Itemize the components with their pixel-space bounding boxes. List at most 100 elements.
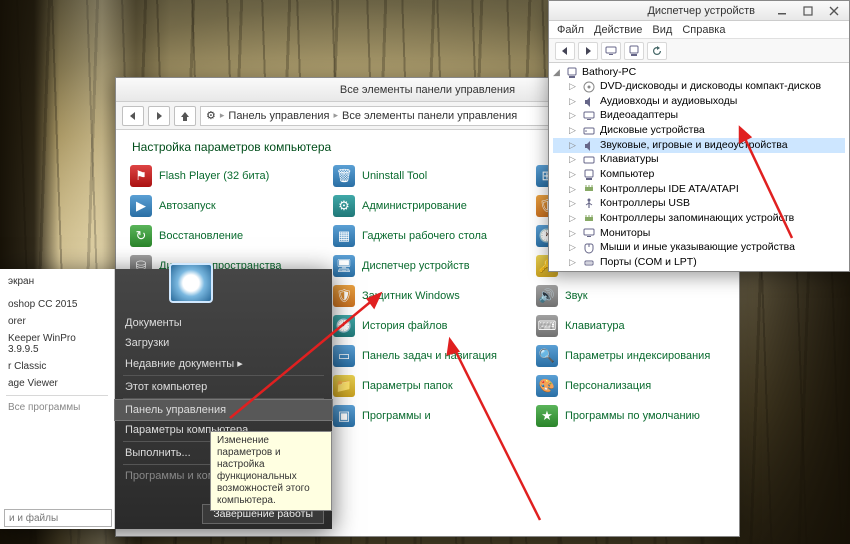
- expand-icon[interactable]: ▷: [569, 228, 578, 240]
- expand-icon[interactable]: ▷: [569, 242, 578, 254]
- program-3[interactable]: orer: [0, 313, 114, 330]
- cp-item-4[interactable]: ⚙Администрирование: [329, 192, 526, 220]
- close-button[interactable]: [825, 4, 843, 18]
- cp-item-6[interactable]: ↻Восстановление: [126, 222, 323, 250]
- cp-item-20[interactable]: 🔍Параметры индексирования: [532, 342, 729, 370]
- tree-root[interactable]: ◢ Bathory-PC: [553, 66, 845, 80]
- tool-display[interactable]: [601, 42, 621, 60]
- menu-1[interactable]: Действие: [594, 24, 642, 36]
- tree-label: Дисковые устройства: [600, 124, 705, 138]
- program-2[interactable]: oshop CC 2015: [0, 296, 114, 313]
- tree-node-12[interactable]: ▷Порты (COM и LPT): [553, 255, 845, 270]
- cp-item-22[interactable]: 📁Параметры папок: [329, 372, 526, 400]
- place-3[interactable]: Этот компьютер: [115, 377, 332, 397]
- tree-node-0[interactable]: ▷ DVD-дисководы и дисководы компакт-диско…: [553, 80, 845, 95]
- breadcrumb-seg-1[interactable]: Все элементы панели управления: [342, 110, 517, 122]
- cp-item-icon: 🛡: [333, 285, 355, 307]
- window-title-bar[interactable]: Диспетчер устройств: [549, 1, 849, 21]
- device-icon: [582, 198, 596, 210]
- tool-back[interactable]: [555, 42, 575, 60]
- cp-item-7[interactable]: ▦Гаджеты рабочего стола: [329, 222, 526, 250]
- tool-fwd[interactable]: [578, 42, 598, 60]
- device-icon: [582, 183, 596, 195]
- tree-node-10[interactable]: ▷ Мониторы: [553, 226, 845, 241]
- tree-label: DVD-дисководы и дисководы компакт-дисков: [600, 80, 821, 94]
- cp-item-icon: ⚙: [333, 195, 355, 217]
- expand-icon[interactable]: ▷: [569, 169, 578, 181]
- tree-node-1[interactable]: ▷Аудиовходы и аудиовыходы: [553, 94, 845, 109]
- place-1[interactable]: Загрузки: [115, 333, 332, 353]
- cp-item-26[interactable]: ★Программы по умолчанию: [532, 402, 729, 430]
- expand-icon[interactable]: ▷: [569, 110, 578, 122]
- breadcrumb-seg-0[interactable]: Панель управления: [228, 110, 329, 122]
- search-input[interactable]: и и файлы: [4, 509, 112, 527]
- expand-icon[interactable]: ▷: [569, 184, 578, 196]
- cp-item-icon: 🎨: [536, 375, 558, 397]
- tree-label: Процессоры: [600, 270, 661, 271]
- all-programs[interactable]: Все программы: [0, 399, 114, 416]
- cp-item-icon: ↻: [130, 225, 152, 247]
- cp-item-label: Персонализация: [565, 380, 651, 392]
- cp-item-23[interactable]: 🎨 Персонализация: [532, 372, 729, 400]
- program-5[interactable]: r Classic: [0, 358, 114, 375]
- cp-item-label: Программы и: [362, 410, 431, 422]
- place-2[interactable]: Недавние документы ▸: [115, 353, 332, 374]
- tree-node-8[interactable]: ▷Контроллеры USB: [553, 197, 845, 212]
- menu-2[interactable]: Вид: [652, 24, 672, 36]
- device-icon: [582, 81, 596, 93]
- tree-label: Контроллеры IDE ATA/ATAPI: [600, 183, 739, 197]
- program-6[interactable]: age Viewer: [0, 375, 114, 392]
- cp-item-1[interactable]: 🗑Uninstall Tool: [329, 162, 526, 190]
- tree-node-5[interactable]: ▷Клавиатуры: [553, 153, 845, 168]
- program-0[interactable]: экран: [0, 273, 114, 290]
- tree-node-13[interactable]: ▷Процессоры: [553, 270, 845, 271]
- device-icon: [582, 96, 596, 108]
- tree-node-3[interactable]: ▷ Дисковые устройства: [553, 124, 845, 139]
- place-4[interactable]: Панель управления: [115, 400, 332, 420]
- forward-button[interactable]: [148, 106, 170, 126]
- cp-item-3[interactable]: ▶Автозапуск: [126, 192, 323, 220]
- tree-label: Мониторы: [600, 227, 650, 241]
- cp-item-16[interactable]: 🕘История файлов: [329, 312, 526, 340]
- up-button[interactable]: [174, 106, 196, 126]
- cp-item-17[interactable]: ⌨Клавиатура: [532, 312, 729, 340]
- tree-node-11[interactable]: ▷Мыши и иные указывающие устройства: [553, 241, 845, 256]
- cp-item-0[interactable]: ⚑Flash Player (32 бита): [126, 162, 323, 190]
- tree-node-6[interactable]: ▷Компьютер: [553, 167, 845, 182]
- maximize-button[interactable]: [799, 4, 817, 18]
- tool-refresh[interactable]: [647, 42, 667, 60]
- cp-item-10[interactable]: 🖥Диспетчер устройств: [329, 252, 526, 280]
- device-icon: [582, 110, 596, 122]
- expand-icon[interactable]: ▷: [569, 257, 578, 269]
- device-tree: ◢ Bathory-PC ▷ DVD-дисководы и дисководы …: [549, 63, 849, 271]
- cp-item-25[interactable]: ▣Программы и: [329, 402, 526, 430]
- expand-icon[interactable]: ▷: [569, 125, 578, 137]
- place-0[interactable]: Документы: [115, 313, 332, 333]
- back-button[interactable]: [122, 106, 144, 126]
- program-4[interactable]: Keeper WinPro 3.9.9.5: [0, 330, 114, 358]
- cp-item-13[interactable]: 🛡Защитник Windows: [329, 282, 526, 310]
- minimize-button[interactable]: [773, 4, 791, 18]
- tree-label: Видеоадаптеры: [600, 109, 678, 123]
- tree-node-9[interactable]: ▷Контроллеры запоминающих устройств: [553, 211, 845, 226]
- expand-icon[interactable]: ▷: [569, 81, 578, 93]
- menu-0[interactable]: Файл: [557, 24, 584, 36]
- cp-item-icon: ▭: [333, 345, 355, 367]
- cp-item-19[interactable]: ▭Панель задач и навигация: [329, 342, 526, 370]
- cp-item-icon: ★: [536, 405, 558, 427]
- device-icon: [582, 257, 596, 269]
- cp-item-label: Параметры индексирования: [565, 350, 710, 362]
- menu-3[interactable]: Справка: [682, 24, 725, 36]
- expand-icon[interactable]: ▷: [569, 154, 578, 166]
- cp-item-icon: 🗑: [333, 165, 355, 187]
- user-avatar[interactable]: [169, 263, 213, 303]
- tool-computer[interactable]: [624, 42, 644, 60]
- tree-node-7[interactable]: ▷ Контроллеры IDE ATA/ATAPI: [553, 182, 845, 197]
- expand-icon[interactable]: ▷: [569, 213, 578, 225]
- cp-item-14[interactable]: 🔊Звук: [532, 282, 729, 310]
- tree-node-2[interactable]: ▷ Видеоадаптеры: [553, 109, 845, 124]
- expand-icon[interactable]: ▷: [569, 96, 578, 108]
- tree-node-4[interactable]: ▷Звуковые, игровые и видеоустройства: [553, 138, 845, 153]
- expand-icon[interactable]: ▷: [569, 140, 578, 152]
- expand-icon[interactable]: ▷: [569, 198, 578, 210]
